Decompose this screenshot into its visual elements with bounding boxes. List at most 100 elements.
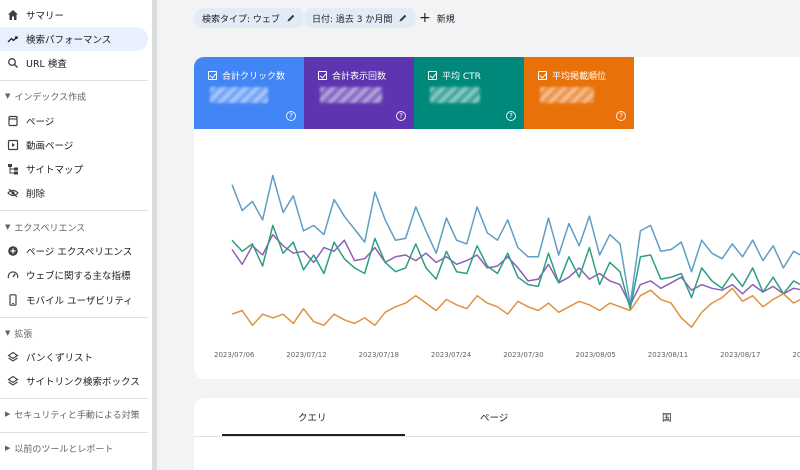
sidebar-item-sitelinks-searchbox[interactable]: サイトリンク検索ボックス [0, 369, 148, 393]
metric-header: 合計クリック数 [208, 69, 285, 82]
section-header-legacy-tools[interactable]: ▶ 以前のツールとレポート [0, 439, 148, 457]
metric-card-position[interactable]: 平均掲載順位 ? [524, 57, 634, 129]
metric-label: 平均掲載順位 [552, 72, 607, 82]
divider [194, 436, 800, 437]
visibility-off-icon [6, 186, 20, 200]
help-icon[interactable]: ? [396, 111, 406, 121]
tab-pages[interactable]: ページ [480, 410, 508, 424]
section-header-enhancements[interactable]: ▼ 拡張 [0, 324, 148, 342]
filter-chip-label: 検索タイプ: ウェブ [202, 14, 280, 25]
metric-value-redacted [320, 87, 382, 103]
divider [0, 432, 148, 433]
section-header-indexing[interactable]: ▼ インデックス作成 [0, 87, 148, 105]
sidebar-item-label: サマリー [26, 11, 65, 22]
series-line-3 [231, 287, 800, 328]
sidebar-item-mobile-usability[interactable]: モバイル ユーザビリティ [0, 288, 148, 312]
plus-icon: + [419, 10, 431, 26]
new-filter-label: 新規 [436, 14, 455, 25]
mobile-phone-icon [6, 293, 20, 307]
chevron-right-icon: ▶ [5, 444, 11, 452]
checkbox-checked-icon[interactable] [208, 71, 217, 80]
sidebar-item-removals[interactable]: 削除 [0, 181, 148, 205]
sidebar-item-sitemaps[interactable]: サイトマップ [0, 157, 148, 181]
tab-countries[interactable]: 国 [662, 410, 672, 424]
chevron-down-icon: ▼ [5, 329, 11, 337]
metric-card-clicks[interactable]: 合計クリック数 ? [194, 57, 304, 129]
x-tick-label: 2023/08/11 [648, 351, 688, 359]
sidebar-item-core-web-vitals[interactable]: ウェブに関する主な指標 [0, 263, 148, 287]
page-icon [6, 114, 20, 128]
help-icon[interactable]: ? [286, 111, 296, 121]
divider [0, 80, 148, 81]
sidebar-item-video-pages[interactable]: 動画ページ [0, 133, 148, 157]
metric-card-impressions[interactable]: 合計表示回数 ? [304, 57, 414, 129]
help-icon[interactable]: ? [616, 111, 626, 121]
search-icon [6, 56, 20, 70]
tab-queries[interactable]: クエリ [298, 410, 327, 424]
metric-value-redacted [430, 87, 480, 103]
checkbox-checked-icon[interactable] [318, 71, 327, 80]
section-header-security[interactable]: ▶ セキュリティと手動による対策 [0, 405, 148, 423]
sidebar-item-label: パンくずリスト [26, 353, 93, 364]
metric-card-ctr[interactable]: 平均 CTR ? [414, 57, 524, 129]
sidebar-item-label: ページ [26, 117, 55, 128]
series-line-0 [231, 174, 800, 306]
sidebar-item-url-inspection[interactable]: URL 検査 [0, 51, 148, 75]
x-tick-label: 2023/08/05 [576, 351, 616, 359]
x-tick-label: 2023/07/30 [503, 351, 543, 359]
section-title: 以前のツールとレポート [14, 444, 114, 455]
sidebar-item-label: ページ エクスペリエンス [26, 247, 133, 258]
sidebar-item-label: サイトマップ [26, 165, 84, 176]
series-line-1 [231, 233, 800, 306]
x-tick-label: 2023/ [792, 351, 800, 359]
add-circle-icon [6, 244, 20, 258]
sidebar: サマリー 検索パフォーマンス URL 検査 ▼ インデックス作成 ページ 動画ペ… [0, 0, 152, 470]
sitemap-icon [6, 162, 20, 176]
series-line-2 [231, 224, 800, 310]
x-tick-label: 2023/08/17 [720, 351, 760, 359]
filter-chip-search-type[interactable]: 検索タイプ: ウェブ [194, 8, 304, 28]
line-chart: 2023/07/06 2023/07/12 2023/07/18 2023/07/24… [214, 174, 800, 359]
metric-label: 平均 CTR [442, 72, 481, 82]
sidebar-item-pages[interactable]: ページ [0, 109, 148, 133]
dimension-tabs-card: クエリ ページ 国 [194, 398, 800, 470]
trending-up-icon [6, 32, 20, 46]
metric-label: 合計クリック数 [222, 72, 286, 82]
sidebar-item-breadcrumbs[interactable]: パンくずリスト [0, 345, 148, 369]
chevron-down-icon: ▼ [5, 92, 11, 100]
performance-chart-card: 合計クリック数 ? 合計表示回数 ? 平均 CTR ? 平均掲載順位 ? 202… [194, 57, 800, 379]
speed-gauge-icon [6, 268, 20, 282]
divider [0, 317, 148, 318]
checkbox-checked-icon[interactable] [428, 71, 437, 80]
x-tick-label: 2023/07/18 [359, 351, 399, 359]
section-title: セキュリティと手動による対策 [14, 410, 140, 421]
metric-value-redacted [540, 87, 594, 103]
layers-icon [6, 350, 20, 364]
sidebar-item-label: 動画ページ [26, 141, 74, 152]
checkbox-checked-icon[interactable] [538, 71, 547, 80]
metric-header: 平均 CTR [428, 69, 481, 82]
sidebar-item-performance[interactable]: 検索パフォーマンス [0, 27, 148, 51]
section-header-experience[interactable]: ▼ エクスペリエンス [0, 218, 148, 236]
divider [0, 398, 148, 399]
filter-chip-label: 日付: 過去 3 か月間 [312, 14, 393, 25]
help-icon[interactable]: ? [506, 111, 516, 121]
sidebar-item-page-experience[interactable]: ページ エクスペリエンス [0, 239, 148, 263]
new-filter-button[interactable]: + 新規 [419, 8, 455, 28]
divider [0, 210, 148, 211]
chevron-right-icon: ▶ [5, 410, 11, 418]
x-tick-label: 2023/07/12 [286, 351, 326, 359]
sidebar-item-summary[interactable]: サマリー [0, 3, 148, 27]
sidebar-item-label: ウェブに関する主な指標 [26, 271, 131, 282]
chevron-down-icon: ▼ [5, 223, 11, 231]
sidebar-item-label: モバイル ユーザビリティ [26, 296, 133, 307]
metric-value-redacted [210, 87, 268, 103]
section-title: エクスペリエンス [14, 223, 86, 234]
home-icon [6, 8, 20, 22]
sidebar-item-label: URL 検査 [26, 59, 67, 70]
video-page-icon [6, 138, 20, 152]
metric-header: 合計表示回数 [318, 69, 386, 82]
filter-chip-date[interactable]: 日付: 過去 3 か月間 [304, 8, 417, 28]
main-content: 検索タイプ: ウェブ 日付: 過去 3 か月間 + 新規 合計クリック数 ? 合… [157, 0, 800, 470]
pencil-icon [399, 14, 407, 22]
